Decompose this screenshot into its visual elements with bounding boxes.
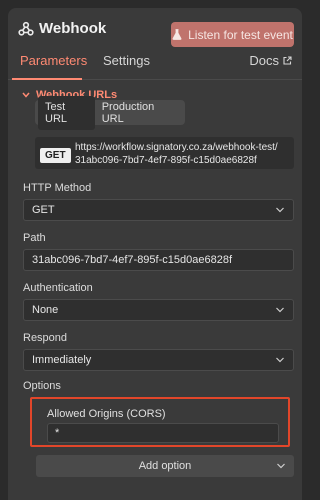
production-url-tab[interactable]: Production URL <box>95 96 182 130</box>
chevron-down-icon <box>276 357 284 363</box>
listen-for-test-event-button[interactable]: Listen for test event <box>171 22 294 47</box>
webhook-url-line-1: https://workflow.signatory.co.za/webhook… <box>75 142 278 153</box>
listen-button-label: Listen for test event <box>188 27 293 42</box>
respond-select[interactable]: Immediately <box>23 349 294 371</box>
options-label: Options <box>23 380 61 392</box>
active-tab-indicator <box>12 78 82 80</box>
authentication-value: None <box>32 304 59 316</box>
respond-label: Respond <box>23 332 68 344</box>
webhook-url-display[interactable]: GET https://workflow.signatory.co.za/web… <box>35 137 294 169</box>
respond-value: Immediately <box>32 354 92 366</box>
path-value: 31abc096-7bd7-4ef7-895f-c15d0ae6828f <box>32 254 232 266</box>
tab-docs[interactable]: Docs <box>249 53 292 68</box>
node-title: Webhook <box>39 20 107 37</box>
webhook-url-line-2: 31abc096-7bd7-4ef7-895f-c15d0ae6828f <box>75 155 257 166</box>
chevron-down-icon <box>277 463 285 469</box>
external-link-icon <box>283 56 292 65</box>
tab-parameters[interactable]: Parameters <box>20 53 87 68</box>
flask-icon <box>172 29 182 40</box>
test-url-tab[interactable]: Test URL <box>38 95 95 130</box>
url-type-toggle: Test URL Production URL <box>35 95 185 130</box>
http-method-value: GET <box>32 204 55 216</box>
authentication-select[interactable]: None <box>23 299 294 321</box>
http-method-select[interactable]: GET <box>23 199 294 221</box>
path-input[interactable]: 31abc096-7bd7-4ef7-895f-c15d0ae6828f <box>23 249 294 271</box>
docs-label: Docs <box>249 53 279 68</box>
allowed-origins-input[interactable]: * <box>47 423 279 443</box>
method-badge: GET <box>40 148 71 163</box>
allowed-origins-option: Allowed Origins (CORS) * <box>30 397 290 447</box>
http-method-label: HTTP Method <box>23 182 92 194</box>
add-option-label: Add option <box>138 460 192 472</box>
tab-bar: Parameters Settings Docs <box>8 53 302 80</box>
path-label: Path <box>23 232 46 244</box>
authentication-label: Authentication <box>23 282 93 294</box>
allowed-origins-value: * <box>55 427 60 439</box>
panel-header: Webhook Listen for test event <box>8 8 302 47</box>
webhook-icon <box>18 21 34 36</box>
tab-settings[interactable]: Settings <box>103 53 150 68</box>
chevron-down-icon <box>276 207 284 213</box>
chevron-down-icon <box>22 92 30 98</box>
allowed-origins-label: Allowed Origins (CORS) <box>47 408 166 420</box>
webhook-url-text: https://workflow.signatory.co.za/webhook… <box>75 141 290 167</box>
add-option-button[interactable]: Add option <box>36 455 294 477</box>
chevron-down-icon <box>276 307 284 313</box>
